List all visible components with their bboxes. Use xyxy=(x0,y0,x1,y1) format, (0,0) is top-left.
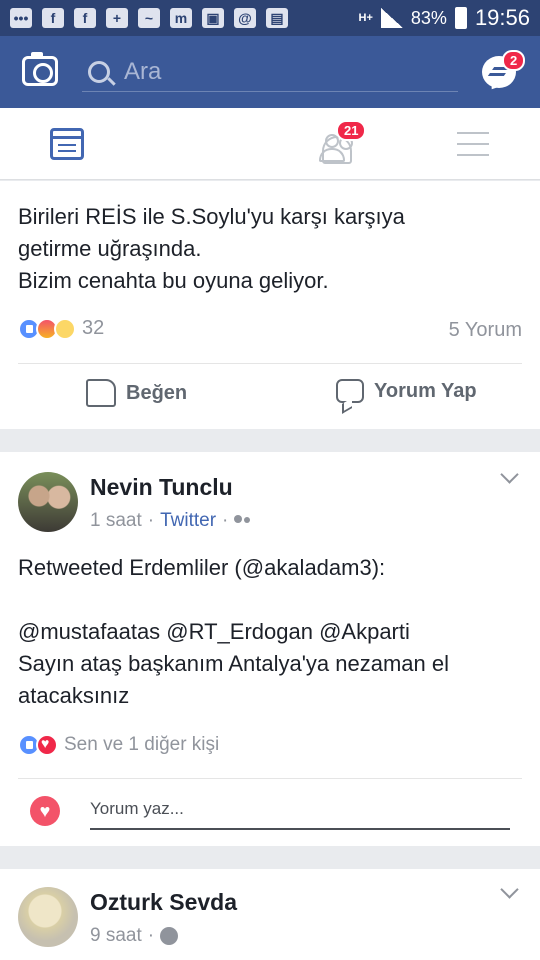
comment-label: Yorum Yap xyxy=(374,379,477,402)
post-source[interactable]: Twitter xyxy=(160,510,216,532)
camera-icon[interactable] xyxy=(22,52,58,86)
avatar[interactable] xyxy=(18,472,78,532)
tab-bar: 2 21 xyxy=(0,108,540,180)
chat-notification-icon: ••• xyxy=(10,8,32,28)
like-button[interactable]: Beğen xyxy=(86,379,187,407)
post-meta: 1 saat · Twitter · xyxy=(90,510,252,532)
comment-input[interactable]: Yorum yaz... xyxy=(90,790,510,830)
network-type: H+ xyxy=(358,12,373,24)
mail-notification-icon: m xyxy=(170,8,192,28)
heart-icon: ♥ xyxy=(30,796,60,826)
email-notification-icon: @ xyxy=(234,8,256,28)
post-text: Retweeted Erdemliler (@akaladam3): @must… xyxy=(18,552,449,712)
status-bar: ••• f f + ~ m ▣ @ ▤ H+ 83% 19:56 xyxy=(0,0,540,36)
post-author[interactable]: Ozturk Sevda xyxy=(90,889,237,916)
post-text-line: getirme uğraşında. xyxy=(18,236,202,261)
messenger-badge: 2 xyxy=(502,50,526,71)
post-card: Ozturk Sevda 9 saat · xyxy=(0,869,540,960)
post-time[interactable]: 1 saat xyxy=(90,510,142,532)
meta-separator: · xyxy=(147,925,155,946)
post-card: Birileri REİS ile S.Soylu'yu karşı karşı… xyxy=(0,181,540,429)
post-card: Nevin Tunclu 1 saat · Twitter · Retweete… xyxy=(0,452,540,846)
love-reaction-icon xyxy=(36,734,58,756)
meta-separator: · xyxy=(147,510,155,531)
battery-percent: 83% xyxy=(410,7,447,28)
reactions-summary[interactable]: 32 xyxy=(18,317,104,340)
chevron-down-icon[interactable] xyxy=(500,465,519,484)
post-text-line: Bizim cenahta bu oyuna geliyor. xyxy=(18,268,329,293)
avatar[interactable] xyxy=(18,887,78,947)
tab-notifications[interactable]: 21 xyxy=(270,108,405,180)
sad-reaction-icon xyxy=(54,317,76,340)
comment-placeholder: Yorum yaz... xyxy=(90,799,184,818)
signal-icon xyxy=(380,8,403,28)
globe-icon xyxy=(160,927,179,945)
divider xyxy=(18,363,522,364)
search-icon xyxy=(88,60,110,83)
card-notification-icon: ▤ xyxy=(266,8,288,28)
comment-button[interactable]: Yorum Yap xyxy=(336,379,477,403)
tab-news-feed[interactable] xyxy=(0,108,135,180)
messenger-notification-icon: ~ xyxy=(138,8,160,28)
meta-separator: · xyxy=(222,510,229,531)
clock: 19:56 xyxy=(474,5,530,30)
comment-row: ♥ Yorum yaz... xyxy=(0,790,540,832)
post-text-line: Sayın ataş başkanım Antalya'ya nezaman e… xyxy=(18,651,450,676)
post-meta: 9 saat · xyxy=(90,925,179,947)
facebook-notification-icon: f xyxy=(42,8,64,28)
battery-icon xyxy=(454,7,467,29)
chevron-down-icon[interactable] xyxy=(500,880,519,899)
reactions-summary[interactable]: Sen ve 1 diğer kişi xyxy=(18,734,219,756)
facebook-notification-icon: f xyxy=(74,8,96,28)
like-icon xyxy=(86,379,116,407)
friend-request-icon: + xyxy=(106,8,128,28)
reaction-count: 32 xyxy=(82,317,105,339)
comment-icon xyxy=(336,379,364,403)
search-placeholder: Ara xyxy=(124,57,162,85)
top-bar: Ara 2 xyxy=(0,36,540,108)
news-feed-icon xyxy=(50,128,84,160)
comment-count[interactable]: 5 Yorum xyxy=(449,319,522,342)
search-input[interactable]: Ara xyxy=(82,52,458,92)
friends-audience-icon xyxy=(234,515,252,527)
like-label: Beğen xyxy=(126,381,188,404)
menu-icon xyxy=(457,132,489,134)
post-text-line: atacaksınız xyxy=(18,683,130,708)
reactions-text: Sen ve 1 diğer kişi xyxy=(64,734,220,755)
notifications-badge: 21 xyxy=(336,120,367,141)
messenger-button[interactable]: 2 xyxy=(482,50,526,88)
post-text-line: Retweeted Erdemliler (@akaladam3): xyxy=(18,555,386,580)
image-notification-icon: ▣ xyxy=(202,8,224,28)
tab-menu[interactable] xyxy=(405,108,540,180)
post-text: Birileri REİS ile S.Soylu'yu karşı karşı… xyxy=(18,201,405,297)
post-text-line: @mustafaatas @RT_Erdogan @Akparti xyxy=(18,619,410,644)
divider xyxy=(18,778,522,779)
tab-friend-requests[interactable]: 2 xyxy=(135,108,365,180)
post-author[interactable]: Nevin Tunclu xyxy=(90,474,233,501)
post-text-line: Birileri REİS ile S.Soylu'yu karşı karşı… xyxy=(18,204,405,229)
post-time[interactable]: 9 saat xyxy=(90,925,142,947)
